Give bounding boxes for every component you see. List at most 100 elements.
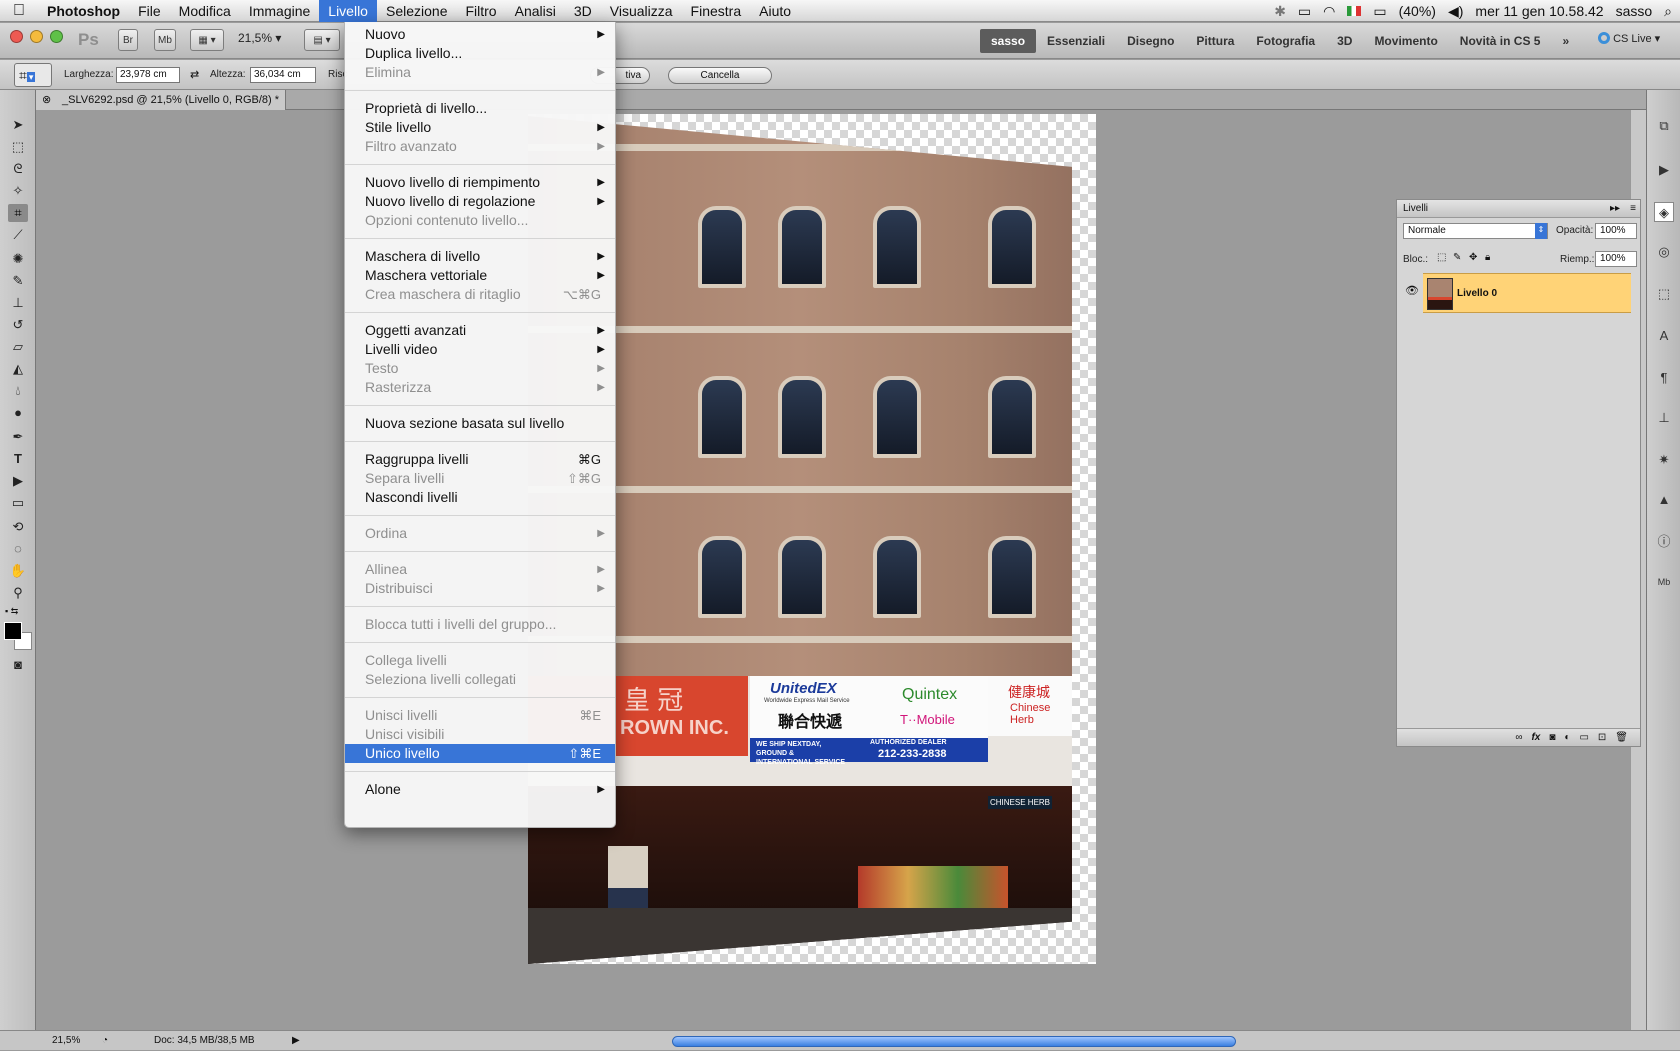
zoom-tool-icon[interactable]: ⚲ xyxy=(8,584,28,602)
workspace-pittura[interactable]: Pittura xyxy=(1185,29,1245,53)
menu-item-livelli-video[interactable]: Livelli video ▶ xyxy=(345,340,615,359)
eraser-tool-icon[interactable]: ▱ xyxy=(8,338,28,356)
menu-item-nuova-sezione-basata-sul-livello[interactable]: Nuova sezione basata sul livello xyxy=(345,414,615,433)
menu-item-stile-livello[interactable]: Stile livello ▶ xyxy=(345,118,615,137)
menu-item-nuovo-livello-di-riempimento[interactable]: Nuovo livello di riempimento ▶ xyxy=(345,173,615,192)
foreground-color-swatch[interactable] xyxy=(4,622,22,640)
quick-selection-tool-icon[interactable]: ✧ xyxy=(8,182,28,200)
add-mask-icon[interactable]: ◙ xyxy=(1549,729,1555,746)
menu-item-oggetti-avanzati[interactable]: Oggetti avanzati ▶ xyxy=(345,321,615,340)
height-input[interactable]: 36,034 cm xyxy=(250,67,316,83)
bluetooth-icon[interactable]: ✱ xyxy=(1274,3,1286,20)
histogram-panel-icon[interactable]: ▲ xyxy=(1654,490,1674,510)
3d-orbit-tool-icon[interactable]: ◌ xyxy=(8,540,28,558)
spotlight-icon[interactable]: ⌕ xyxy=(1664,3,1672,20)
status-zoom[interactable]: 21,5% xyxy=(52,1031,80,1051)
delete-layer-icon[interactable]: 🗑︎ xyxy=(1615,729,1628,746)
workspace-fotografia[interactable]: Fotografia xyxy=(1245,29,1326,53)
lock-all-icon[interactable]: 🔒︎ xyxy=(1485,252,1490,263)
layers-panel-header[interactable]: Livelli ▸▸ ≡ xyxy=(1397,200,1640,218)
workspace-essenziali[interactable]: Essenziali xyxy=(1036,29,1116,53)
close-document-icon[interactable]: ⊗ xyxy=(42,90,51,110)
new-layer-icon[interactable]: ⊡ xyxy=(1598,729,1606,746)
minibridge-button[interactable]: Mb xyxy=(154,29,176,51)
user-name[interactable]: sasso xyxy=(1616,3,1653,19)
panel-menu-icon[interactable]: ≡ xyxy=(1630,200,1636,218)
menu-3d[interactable]: 3D xyxy=(565,0,601,22)
fill-input[interactable]: 100% xyxy=(1595,251,1637,267)
workspace-sasso[interactable]: sasso xyxy=(980,29,1037,53)
layer-visibility-eye-icon[interactable]: 👁︎ xyxy=(1405,284,1419,297)
clone-stamp-tool-icon[interactable]: ⊥ xyxy=(8,294,28,312)
arrange-documents-button[interactable]: ▤ ▾ xyxy=(304,29,340,51)
rectangle-tool-icon[interactable]: ▭ xyxy=(8,494,28,512)
zoom-level-select[interactable]: 21,5% ▾ xyxy=(238,31,281,45)
panel-collapse-icon[interactable]: ▸▸ xyxy=(1610,200,1620,218)
display-icon[interactable]: ▭ xyxy=(1298,3,1311,20)
cs-live-button[interactable]: CS Live ▾ xyxy=(1598,32,1660,45)
actions-panel-icon[interactable]: ▶ xyxy=(1654,160,1674,180)
view-extras-button[interactable]: ▦ ▾ xyxy=(190,29,224,51)
adjustment-layer-icon[interactable]: ◐ xyxy=(1564,729,1570,746)
document-tab[interactable]: ⊗ _SLV6292.psd @ 21,5% (Livello 0, RGB/8… xyxy=(36,90,286,110)
battery-percent[interactable]: (40%) xyxy=(1399,3,1436,19)
status-menu-arrow-icon[interactable]: ▶ xyxy=(292,1031,300,1051)
3d-rotate-tool-icon[interactable]: ⟲ xyxy=(8,518,28,536)
menu-file[interactable]: File xyxy=(129,0,170,22)
menu-item-nuovo[interactable]: Nuovo ▶ xyxy=(345,25,615,44)
volume-icon[interactable]: ◀) xyxy=(1448,3,1463,20)
menu-item-nascondi-livelli[interactable]: Nascondi livelli xyxy=(345,488,615,507)
lock-transparent-icon[interactable]: ⬚ xyxy=(1437,252,1446,263)
menu-modifica[interactable]: Modifica xyxy=(170,0,240,22)
menu-selezione[interactable]: Selezione xyxy=(377,0,457,22)
menu-item-duplica-livello[interactable]: Duplica livello... xyxy=(345,44,615,63)
paths-panel-icon[interactable]: ⬚ xyxy=(1654,284,1674,304)
hand-tool-icon[interactable]: ✋ xyxy=(8,562,28,580)
paint-bucket-tool-icon[interactable]: ◭ xyxy=(8,360,28,378)
default-colors-icon[interactable]: ▪ ⇆ xyxy=(5,606,18,617)
horizontal-scrollbar-thumb[interactable] xyxy=(672,1036,1236,1047)
bridge-button[interactable]: Br xyxy=(118,29,138,51)
cancel-button[interactable]: Cancella xyxy=(668,67,772,84)
link-layers-icon[interactable]: ∞ xyxy=(1515,729,1522,746)
info-panel-icon[interactable]: ⓘ xyxy=(1654,532,1674,552)
healing-brush-tool-icon[interactable]: ✺ xyxy=(8,250,28,268)
menu-analisi[interactable]: Analisi xyxy=(506,0,565,22)
dodge-tool-icon[interactable]: ● xyxy=(8,404,28,422)
workspace-disegno[interactable]: Disegno xyxy=(1116,29,1185,53)
more-workspaces-icon[interactable]: » xyxy=(1551,29,1580,53)
menu-item-alone[interactable]: Alone ▶ xyxy=(345,780,615,799)
marquee-tool-icon[interactable]: ⬚ xyxy=(8,138,28,156)
lock-pixels-icon[interactable]: ✎ xyxy=(1453,252,1461,263)
workspace-novita-cs5[interactable]: Novità in CS 5 xyxy=(1449,29,1552,53)
move-tool-icon[interactable]: ➤ xyxy=(8,116,28,134)
clock[interactable]: mer 11 gen 10.58.42 xyxy=(1475,3,1603,19)
crop-tool-icon[interactable]: ⌗ xyxy=(8,204,28,222)
menu-aiuto[interactable]: Aiuto xyxy=(750,0,800,22)
workspace-3d[interactable]: 3D xyxy=(1326,29,1363,53)
layer-style-fx-icon[interactable]: fx xyxy=(1531,729,1540,746)
menu-visualizza[interactable]: Visualizza xyxy=(601,0,682,22)
menu-item-raggruppa-livelli[interactable]: Raggruppa livelli ⌘G xyxy=(345,450,615,469)
minibridge-panel-icon[interactable]: Mb xyxy=(1654,572,1674,592)
flag-icon[interactable] xyxy=(1347,6,1362,16)
tool-preset-picker[interactable]: ⌗ ▾ xyxy=(14,63,52,87)
battery-icon[interactable]: ▭ xyxy=(1373,3,1386,20)
menu-item-nuovo-livello-di-regolazione[interactable]: Nuovo livello di regolazione ▶ xyxy=(345,192,615,211)
workspace-movimento[interactable]: Movimento xyxy=(1363,29,1448,53)
menu-item-unico-livello[interactable]: Unico livello ⇧⌘E xyxy=(345,744,615,763)
menu-item-proprieta-di-livello[interactable]: Proprietà di livello... xyxy=(345,99,615,118)
quick-mask-icon[interactable]: ◙ xyxy=(8,656,28,674)
layers-panel-icon[interactable]: ◈ xyxy=(1654,202,1674,222)
character-panel-icon[interactable]: A xyxy=(1654,326,1674,346)
opacity-input[interactable]: 100% xyxy=(1595,223,1637,239)
wifi-icon[interactable]: ◠ xyxy=(1323,3,1335,20)
swap-dimensions-icon[interactable]: ⇄ xyxy=(190,68,199,81)
menu-filtro[interactable]: Filtro xyxy=(456,0,505,22)
new-group-icon[interactable]: ▭ xyxy=(1579,729,1588,746)
lock-position-icon[interactable]: ✥ xyxy=(1469,252,1477,263)
close-window-button[interactable] xyxy=(10,30,23,43)
menu-item-maschera-di-livello[interactable]: Maschera di livello ▶ xyxy=(345,247,615,266)
path-selection-tool-icon[interactable]: ▶ xyxy=(8,472,28,490)
blend-mode-select[interactable]: Normale ⇕ xyxy=(1403,223,1548,239)
